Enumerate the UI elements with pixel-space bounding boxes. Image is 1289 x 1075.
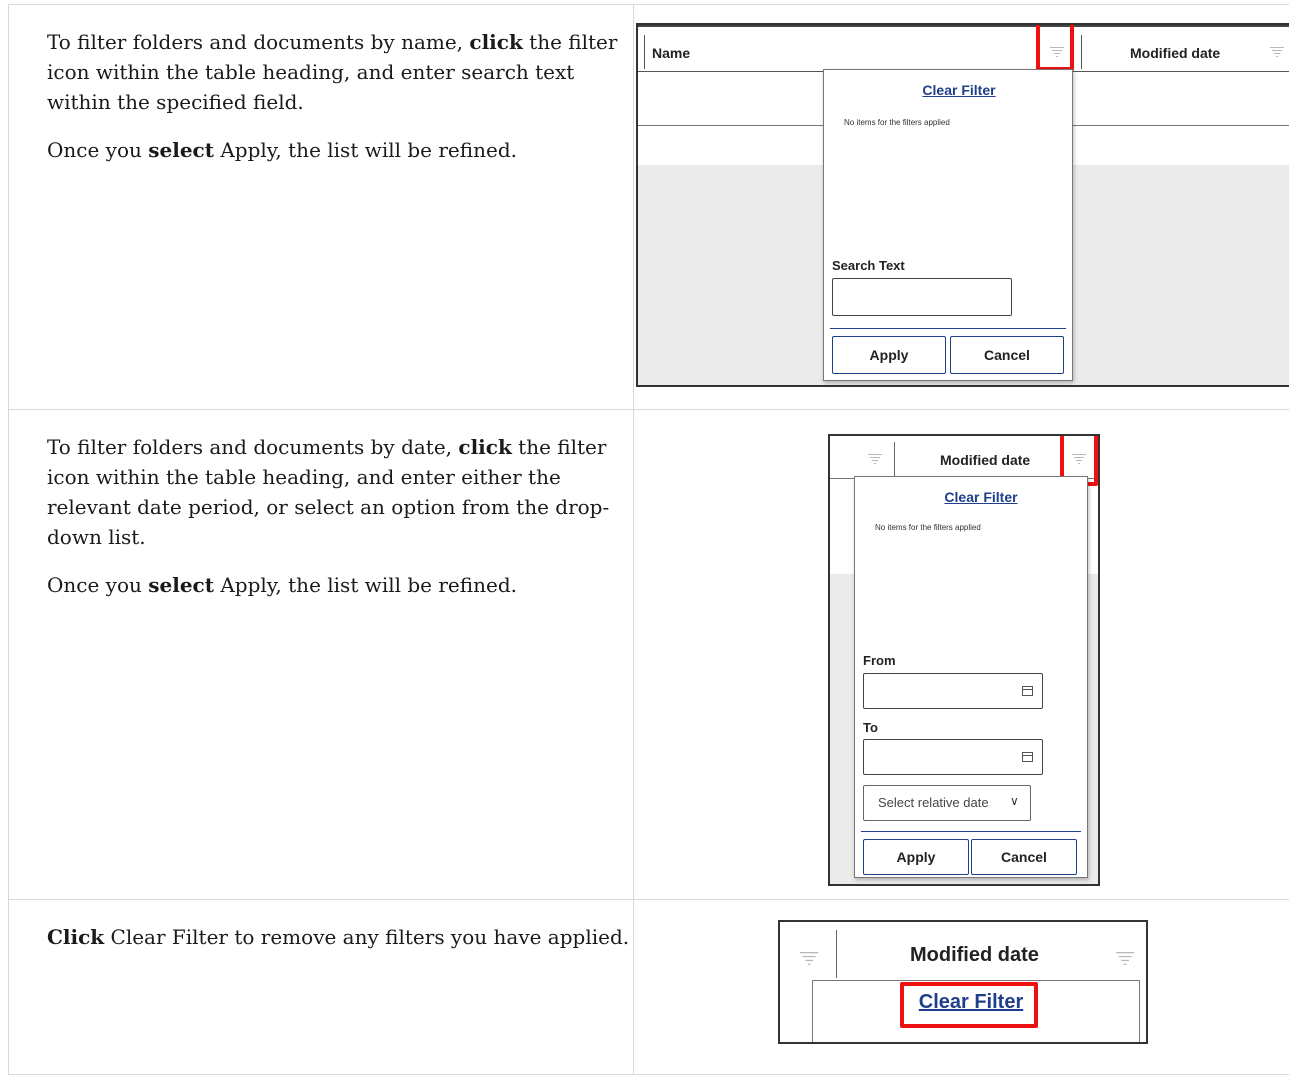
row-3-paragraph-1: Click Clear Filter to remove any filters…: [47, 922, 632, 952]
clear-filter-screenshot: Modified date Clear Filter: [778, 920, 1148, 1044]
name-column-header: Name: [652, 45, 690, 61]
popup-separator: [861, 831, 1081, 832]
row-2-instructions: To filter folders and documents by date,…: [9, 410, 634, 900]
search-text-label: Search Text: [832, 258, 905, 273]
popup-separator: [830, 328, 1066, 329]
row-1-paragraph-1: To filter folders and documents by name,…: [47, 27, 632, 117]
modified-date-column-header: Modified date: [910, 944, 1039, 967]
apply-button[interactable]: Apply: [832, 336, 946, 374]
no-items-message: No items for the filters applied: [844, 118, 950, 127]
row-2-paragraph-2: Once you select Apply, the list will be …: [47, 570, 632, 600]
left-column-filter-icon[interactable]: [800, 952, 818, 970]
row-2-screenshot-cell: Modified date Clear Filter No items for …: [634, 410, 1289, 900]
row-1-instructions: To filter folders and documents by name,…: [9, 5, 634, 410]
left-column-filter-icon[interactable]: [868, 454, 882, 468]
modified-date-filter-icon[interactable]: [1270, 47, 1284, 61]
name-filter-highlight: [1036, 23, 1074, 71]
name-filter-screenshot: Name Modified date Clear Filter No items…: [636, 23, 1289, 387]
calendar-icon[interactable]: [1022, 752, 1033, 762]
name-filter-popup: Clear Filter No items for the filters ap…: [823, 69, 1073, 381]
instruction-table: To filter folders and documents by name,…: [8, 4, 1289, 1075]
chevron-down-icon: ∨: [1010, 794, 1019, 808]
cancel-button[interactable]: Cancel: [950, 336, 1064, 374]
to-label: To: [863, 720, 878, 735]
modified-date-column-header: Modified date: [940, 452, 1030, 468]
clear-filter-link[interactable]: Clear Filter: [824, 82, 1094, 98]
modified-date-column-header: Modified date: [1130, 45, 1220, 61]
row-2-paragraph-1: To filter folders and documents by date,…: [47, 432, 632, 552]
row-3-instructions: Click Clear Filter to remove any filters…: [9, 900, 634, 1075]
row-1-paragraph-2: Once you select Apply, the list will be …: [47, 135, 632, 165]
calendar-icon[interactable]: [1022, 686, 1033, 696]
date-filter-screenshot: Modified date Clear Filter No items for …: [828, 434, 1100, 886]
from-date-input[interactable]: [863, 673, 1043, 709]
from-label: From: [863, 653, 896, 668]
relative-date-select[interactable]: Select relative date ∨: [863, 785, 1031, 821]
to-date-input[interactable]: [863, 739, 1043, 775]
clear-filter-link[interactable]: Clear Filter: [855, 489, 1100, 505]
clear-filter-highlight: [900, 982, 1038, 1028]
date-filter-popup: Clear Filter No items for the filters ap…: [854, 476, 1088, 878]
row-1-screenshot-cell: Name Modified date Clear Filter No items…: [634, 5, 1289, 410]
row-3-screenshot-cell: Modified date Clear Filter: [634, 900, 1289, 1075]
apply-button[interactable]: Apply: [863, 839, 969, 875]
no-items-message: No items for the filters applied: [875, 523, 981, 532]
search-text-input[interactable]: [832, 278, 1012, 316]
modified-date-filter-icon[interactable]: [1116, 952, 1134, 970]
cancel-button[interactable]: Cancel: [971, 839, 1077, 875]
